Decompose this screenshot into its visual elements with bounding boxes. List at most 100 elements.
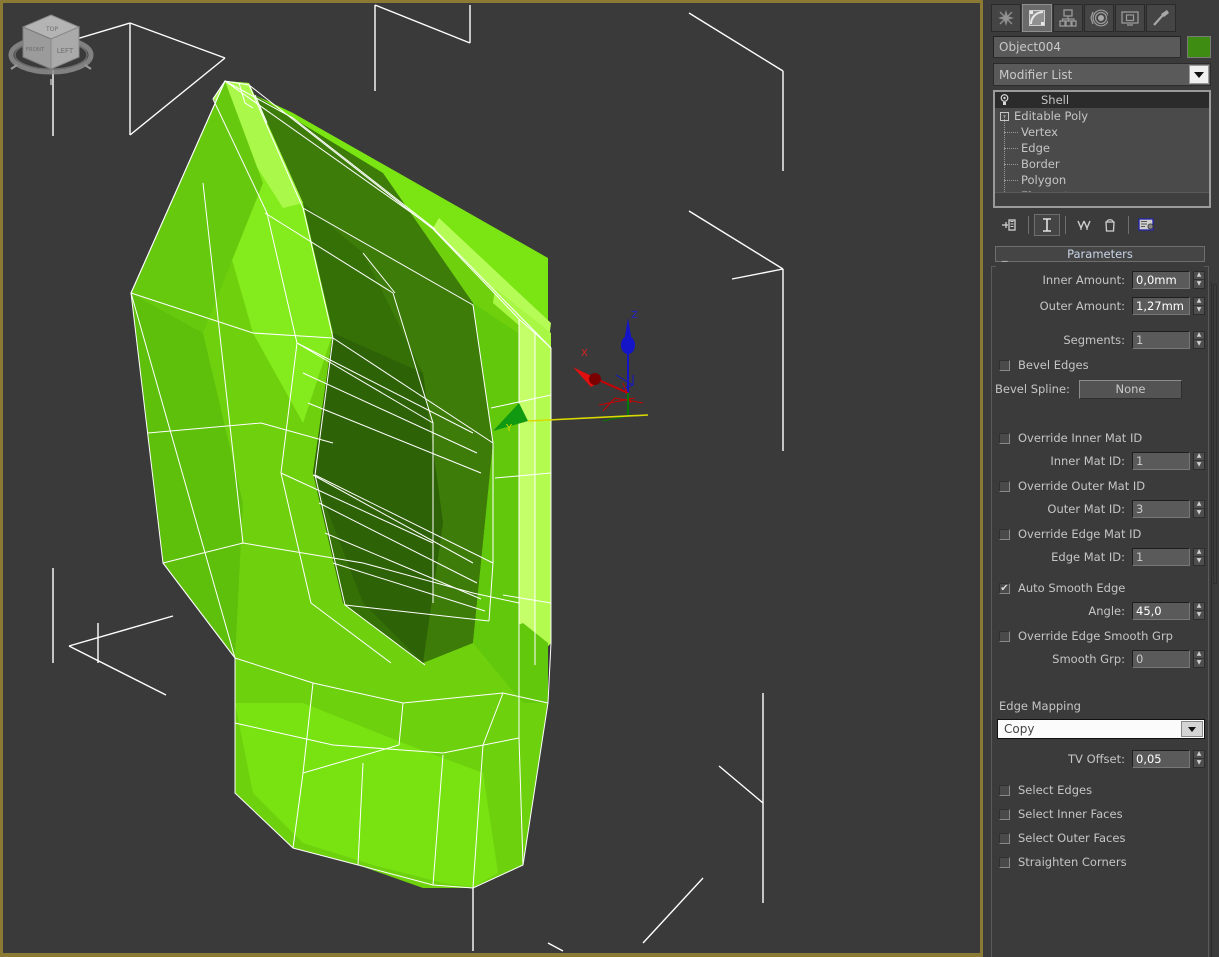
object-color-swatch[interactable] xyxy=(1187,36,1211,58)
override-edge-mat-id-row[interactable]: Override Edge Mat ID xyxy=(995,523,1205,545)
monitor-icon xyxy=(1121,11,1139,26)
inner-mat-id-field[interactable]: 1 xyxy=(1132,451,1190,470)
perspective-viewport[interactable]: .wf { stroke:#ffffff; stroke-width:1; fi… xyxy=(3,3,980,953)
smooth-grp-row: Smooth Grp: 0 ▲ ▼ xyxy=(995,647,1205,670)
outer-mat-id-field[interactable]: 3 xyxy=(1132,499,1190,518)
show-end-result-button[interactable] xyxy=(1034,214,1060,236)
star-icon xyxy=(998,10,1014,26)
edge-mapping-value: Copy xyxy=(1004,722,1035,736)
outer-mat-id-label: Outer Mat ID: xyxy=(1047,501,1125,516)
modify-tab[interactable] xyxy=(1022,4,1052,32)
create-tab[interactable] xyxy=(991,4,1021,32)
override-inner-mat-id-checkbox[interactable] xyxy=(999,432,1010,444)
remove-modifier-button[interactable] xyxy=(1097,214,1123,236)
select-outer-faces-checkbox[interactable] xyxy=(999,832,1010,844)
modifier-stack[interactable]: Shell - Editable Poly Vertex Edge Border… xyxy=(993,90,1211,208)
inner-mat-id-spinner[interactable]: ▲ ▼ xyxy=(1193,451,1205,470)
select-inner-faces-checkbox[interactable] xyxy=(999,808,1010,820)
outer-amount-row: Outer Amount: 1,27mm ▲ ▼ xyxy=(995,294,1205,317)
motion-tab[interactable] xyxy=(1084,4,1114,32)
tv-offset-spinner[interactable]: ▲ ▼ xyxy=(1193,749,1205,768)
inner-amount-spinner[interactable]: ▲ ▼ xyxy=(1193,270,1205,289)
override-edge-smooth-grp-row[interactable]: Override Edge Smooth Grp xyxy=(995,625,1205,647)
override-inner-mat-id-label: Override Inner Mat ID xyxy=(1018,431,1143,445)
smooth-grp-field[interactable]: 0 xyxy=(1132,649,1190,668)
toolbar-separator xyxy=(1128,216,1129,234)
edge-mapping-section-label: Edge Mapping xyxy=(999,699,1081,713)
angle-spinner[interactable]: ▲ ▼ xyxy=(1193,601,1205,620)
modifier-list-label: Modifier List xyxy=(999,67,1073,82)
select-inner-faces-label: Select Inner Faces xyxy=(1018,807,1123,821)
stack-subobject-border[interactable]: Border xyxy=(995,148,1209,172)
toolbar-separator xyxy=(1065,216,1066,234)
inner-amount-label: Inner Amount: xyxy=(1042,272,1126,287)
chevron-down-icon[interactable] xyxy=(1189,65,1209,84)
make-unique-button[interactable] xyxy=(1071,214,1097,236)
inner-amount-field[interactable]: 0,0mm xyxy=(1132,270,1190,289)
display-tab[interactable] xyxy=(1115,4,1145,32)
stack-item-label: Shell xyxy=(1041,93,1070,107)
stack-item-shell[interactable]: Shell xyxy=(995,92,1209,108)
edge-mat-id-label: Edge Mat ID: xyxy=(1051,549,1125,564)
lightbulb-icon[interactable] xyxy=(999,94,1011,106)
bevel-spline-button[interactable]: None xyxy=(1079,379,1182,399)
bevel-edges-checkbox[interactable] xyxy=(999,359,1010,371)
override-inner-mat-id-row[interactable]: Override Inner Mat ID xyxy=(995,427,1205,449)
override-outer-mat-id-checkbox[interactable] xyxy=(999,480,1010,492)
show-end-result-icon xyxy=(1043,218,1051,232)
configure-modifier-sets-button[interactable] xyxy=(1134,214,1160,236)
angle-field[interactable]: 45,0 xyxy=(1132,601,1190,620)
parameters-rollout-body: Inner Amount: 0,0mm ▲ ▼ Outer Amount: 1,2… xyxy=(991,266,1209,957)
smooth-grp-spinner[interactable]: ▲ ▼ xyxy=(1193,649,1205,668)
stack-item-editable-poly[interactable]: - Editable Poly xyxy=(995,108,1209,124)
edge-mat-id-spinner[interactable]: ▲ ▼ xyxy=(1193,547,1205,566)
straighten-corners-checkbox[interactable] xyxy=(999,856,1010,868)
stack-item-label: Editable Poly xyxy=(1014,109,1089,123)
rollout-container: _ Parameters Inner Amount: 0,0mm ▲ ▼ Oute… xyxy=(983,238,1219,957)
outer-amount-field[interactable]: 1,27mm xyxy=(1132,296,1190,315)
parameters-rollout-header[interactable]: _ Parameters xyxy=(995,246,1205,262)
auto-smooth-edge-row[interactable]: Auto Smooth Edge xyxy=(995,577,1205,599)
stack-subobject-edge[interactable]: Edge xyxy=(995,132,1209,156)
select-inner-faces-row[interactable]: Select Inner Faces xyxy=(995,802,1205,826)
segments-spinner[interactable]: ▲ ▼ xyxy=(1193,330,1205,349)
view-cube[interactable]: TOP FRONT LEFT xyxy=(3,3,99,93)
angle-label: Angle: xyxy=(1088,603,1125,618)
override-edge-mat-id-checkbox[interactable] xyxy=(999,528,1010,540)
inner-mat-id-row: Inner Mat ID: 1 ▲ ▼ xyxy=(995,449,1205,472)
edge-mat-id-field[interactable]: 1 xyxy=(1132,547,1190,566)
utilities-tab[interactable] xyxy=(1146,4,1176,32)
pin-stack-button[interactable] xyxy=(997,214,1023,236)
object-name-field[interactable]: Object004 xyxy=(993,36,1181,58)
viewcube-left-label: LEFT xyxy=(57,47,74,55)
override-outer-mat-id-label: Override Outer Mat ID xyxy=(1018,479,1146,493)
make-unique-icon xyxy=(1077,220,1091,230)
trash-icon xyxy=(1105,219,1115,232)
select-outer-faces-row[interactable]: Select Outer Faces xyxy=(995,826,1205,850)
select-edges-checkbox[interactable] xyxy=(999,784,1010,796)
edge-mapping-dropdown[interactable]: Copy xyxy=(997,719,1205,739)
smooth-grp-label: Smooth Grp: xyxy=(1052,651,1125,666)
edge-mat-id-row: Edge Mat ID: 1 ▲ ▼ xyxy=(995,545,1205,568)
svg-text:X: X xyxy=(581,348,588,359)
hierarchy-tab[interactable] xyxy=(1053,4,1083,32)
segments-field[interactable]: 1 xyxy=(1132,330,1190,349)
stack-subobject-polygon[interactable]: Polygon xyxy=(995,164,1209,188)
chevron-down-icon[interactable] xyxy=(1181,721,1203,737)
stack-subobject-vertex[interactable]: Vertex xyxy=(995,116,1209,140)
straighten-corners-row[interactable]: Straighten Corners xyxy=(995,850,1205,874)
override-edge-smooth-grp-checkbox[interactable] xyxy=(999,630,1010,642)
override-outer-mat-id-row[interactable]: Override Outer Mat ID xyxy=(995,475,1205,497)
select-edges-row[interactable]: Select Edges xyxy=(995,778,1205,802)
outer-amount-spinner[interactable]: ▲ ▼ xyxy=(1193,296,1205,315)
modifier-list-dropdown[interactable]: Modifier List xyxy=(993,63,1211,86)
bevel-edges-row[interactable]: Bevel Edges xyxy=(995,354,1205,376)
tv-offset-field[interactable]: 0,05 xyxy=(1132,749,1190,768)
rollout-collapse-glyph[interactable]: _ xyxy=(1002,249,1008,262)
auto-smooth-edge-checkbox[interactable] xyxy=(999,582,1010,594)
scrollbar-thumb[interactable] xyxy=(1213,284,1217,584)
outer-mat-id-spinner[interactable]: ▲ ▼ xyxy=(1193,499,1205,518)
viewport-active-border[interactable]: .wf { stroke:#ffffff; stroke-width:1; fi… xyxy=(0,0,983,957)
angle-row: Angle: 45,0 ▲ ▼ xyxy=(995,599,1205,622)
command-panel-scrollbar[interactable] xyxy=(1211,282,1218,957)
